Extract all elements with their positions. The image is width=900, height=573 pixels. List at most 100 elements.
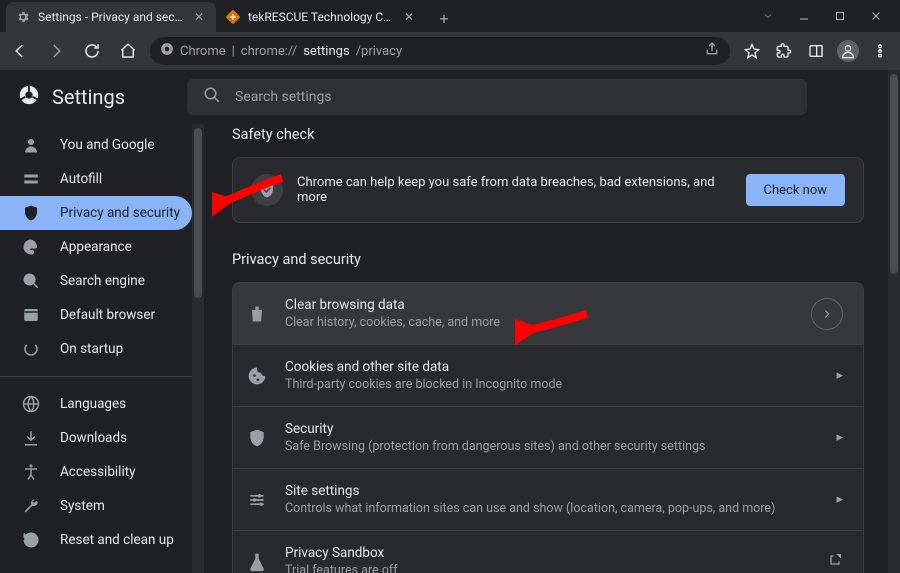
row-privacy-sandbox[interactable]: Privacy SandboxTrial features are off bbox=[233, 531, 863, 573]
sidebar-item-label: Privacy and security bbox=[60, 205, 180, 221]
plus-diamond-icon bbox=[226, 10, 240, 24]
trash-icon bbox=[247, 304, 267, 324]
row-cookies[interactable]: Cookies and other site dataThird-party c… bbox=[233, 345, 863, 407]
sidebar-item-label: Appearance bbox=[60, 239, 132, 255]
close-icon[interactable]: ✕ bbox=[192, 10, 206, 24]
sliders-icon bbox=[247, 490, 267, 510]
gear-icon bbox=[16, 10, 30, 24]
close-icon[interactable]: ✕ bbox=[402, 10, 416, 24]
accessibility-icon bbox=[22, 463, 40, 481]
browser-icon bbox=[22, 306, 40, 324]
restore-icon bbox=[22, 531, 40, 549]
sidebar-item-on-startup[interactable]: On startup bbox=[0, 332, 192, 366]
home-button[interactable] bbox=[114, 37, 142, 65]
chevron-right-icon: ▸ bbox=[836, 430, 843, 445]
profile-avatar[interactable] bbox=[834, 37, 862, 65]
globe-icon bbox=[22, 395, 40, 413]
search-placeholder: Search settings bbox=[235, 89, 332, 105]
row-site-settings[interactable]: Site settings Controls what information s… bbox=[233, 469, 863, 531]
sidebar-item-search-engine[interactable]: Search engine bbox=[0, 264, 192, 298]
row-title: Site settings bbox=[285, 483, 818, 499]
sidebar-item-label: Search engine bbox=[60, 273, 145, 289]
sidebar-item-label: Autofill bbox=[60, 171, 102, 187]
share-icon[interactable] bbox=[704, 41, 720, 61]
bookmark-star-icon[interactable] bbox=[738, 37, 766, 65]
section-title-safety: Safety check bbox=[232, 126, 864, 143]
maximize-icon[interactable] bbox=[834, 7, 846, 26]
sidebar-item-you-and-google[interactable]: You and Google bbox=[0, 128, 192, 162]
chevron-right-icon: ▸ bbox=[836, 492, 843, 507]
search-settings-input[interactable]: Search settings bbox=[187, 79, 807, 115]
url-sep: | bbox=[232, 44, 235, 59]
row-sub: Controls what information sites can use … bbox=[285, 501, 818, 516]
browser-toolbar: Chrome | chrome:// settings/privacy bbox=[0, 32, 900, 70]
arrow-right-icon bbox=[811, 298, 843, 330]
new-tab-button[interactable]: + bbox=[430, 4, 458, 32]
extensions-icon[interactable] bbox=[770, 37, 798, 65]
row-sub: Trial features are off bbox=[285, 563, 809, 573]
search-icon bbox=[203, 86, 221, 108]
shield-check-icon bbox=[251, 174, 283, 206]
window-titlebar: Settings - Privacy and security ✕ tekRES… bbox=[0, 0, 900, 32]
person-icon bbox=[22, 136, 40, 154]
forward-button[interactable] bbox=[42, 37, 70, 65]
sidebar-item-label: System bbox=[60, 498, 105, 514]
chrome-icon bbox=[160, 42, 174, 60]
sidepanel-icon[interactable] bbox=[802, 37, 830, 65]
url-scheme: Chrome bbox=[180, 44, 226, 59]
sidebar-divider bbox=[0, 376, 192, 377]
sidebar-item-appearance[interactable]: Appearance bbox=[0, 230, 192, 264]
safety-check-text: Chrome can help keep you safe from data … bbox=[297, 175, 732, 205]
back-button[interactable] bbox=[6, 37, 34, 65]
sidebar-item-label: On startup bbox=[60, 341, 123, 357]
row-title: Security bbox=[285, 421, 818, 437]
settings-content: Your browser is managed by your organiza… bbox=[204, 70, 900, 573]
palette-icon bbox=[22, 238, 40, 256]
chevron-down-icon[interactable] bbox=[762, 7, 774, 26]
open-external-icon bbox=[827, 552, 843, 572]
sidebar-item-reset[interactable]: Reset and clean up bbox=[0, 523, 192, 557]
row-sub: Safe Browsing (protection from dangerous… bbox=[285, 439, 818, 454]
check-now-button[interactable]: Check now bbox=[746, 174, 846, 206]
reload-button[interactable] bbox=[78, 37, 106, 65]
sidebar-item-accessibility[interactable]: Accessibility bbox=[0, 455, 192, 489]
page-title: Settings bbox=[52, 85, 125, 109]
chrome-logo-icon bbox=[18, 84, 40, 110]
row-sub: Third-party cookies are blocked in Incog… bbox=[285, 377, 818, 392]
search-icon bbox=[22, 272, 40, 290]
row-clear-browsing-data[interactable]: Clear browsing data Clear history, cookie… bbox=[233, 283, 863, 345]
cookie-icon bbox=[247, 366, 267, 386]
sidebar-item-default-browser[interactable]: Default browser bbox=[0, 298, 192, 332]
scrollbar-thumb[interactable] bbox=[194, 128, 202, 298]
sidebar-item-privacy-security[interactable]: Privacy and security bbox=[0, 196, 192, 230]
url-path-tail: /privacy bbox=[356, 44, 402, 59]
close-window-icon[interactable] bbox=[870, 7, 882, 26]
download-icon bbox=[22, 429, 40, 447]
sidebar-item-label: You and Google bbox=[60, 137, 155, 153]
tab-title: tekRESCUE Technology Consultin bbox=[248, 10, 394, 24]
shield-icon bbox=[22, 204, 40, 222]
tab-tekrescue[interactable]: tekRESCUE Technology Consultin ✕ bbox=[216, 2, 426, 32]
chevron-right-icon: ▸ bbox=[836, 368, 843, 383]
wrench-icon bbox=[22, 497, 40, 515]
sidebar-item-label: Downloads bbox=[60, 430, 127, 446]
autofill-icon bbox=[22, 170, 40, 188]
url-path-strong: settings bbox=[303, 44, 349, 59]
row-sub: Clear history, cookies, cache, and more bbox=[285, 315, 793, 330]
section-title-privacy: Privacy and security bbox=[232, 251, 864, 268]
sidebar-item-autofill[interactable]: Autofill bbox=[0, 162, 192, 196]
sidebar-item-downloads[interactable]: Downloads bbox=[0, 421, 192, 455]
url-host: chrome:// bbox=[241, 44, 297, 59]
shield-icon bbox=[247, 428, 267, 448]
tab-title: Settings - Privacy and security bbox=[38, 10, 184, 24]
sidebar-item-label: Accessibility bbox=[60, 464, 136, 480]
kebab-menu-icon[interactable] bbox=[866, 37, 894, 65]
row-title: Clear browsing data bbox=[285, 297, 793, 313]
minimize-icon[interactable] bbox=[798, 7, 810, 26]
address-bar[interactable]: Chrome | chrome:// settings/privacy bbox=[150, 37, 730, 65]
sidebar-item-label: Default browser bbox=[60, 307, 155, 323]
sidebar-item-languages[interactable]: Languages bbox=[0, 387, 192, 421]
sidebar-item-system[interactable]: System bbox=[0, 489, 192, 523]
tab-settings[interactable]: Settings - Privacy and security ✕ bbox=[6, 2, 216, 32]
row-security[interactable]: Security Safe Browsing (protection from d… bbox=[233, 407, 863, 469]
